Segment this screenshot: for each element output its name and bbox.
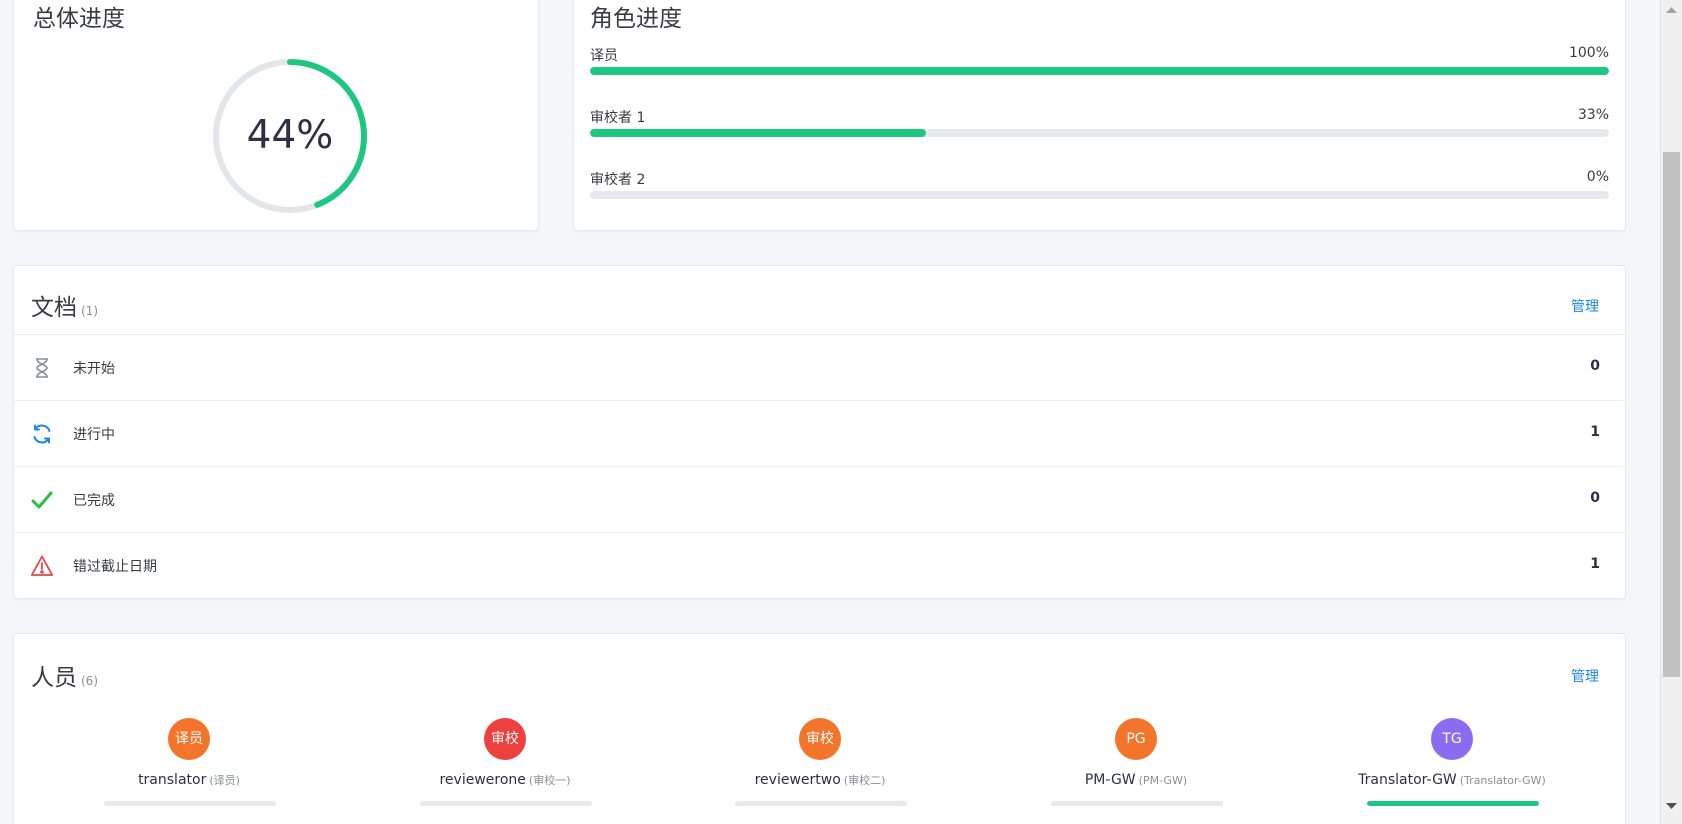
hourglass-icon <box>30 356 54 380</box>
person-progress-track <box>735 801 907 806</box>
vertical-scrollbar[interactable] <box>1660 0 1682 824</box>
person-card-reviewertwo[interactable]: 审校 reviewertwo (审校二) <box>700 718 940 818</box>
person-role: (审校一) <box>528 774 571 787</box>
person-name-text: reviewerone <box>439 772 526 788</box>
documents-manage-link[interactable]: 管理 <box>1571 296 1599 316</box>
person-progress-track <box>104 801 276 806</box>
role-progress-fill <box>590 129 927 137</box>
person-role: (PM-GW) <box>1138 774 1188 787</box>
role-name: 译员 <box>590 48 618 64</box>
person-progress-track <box>1367 801 1539 806</box>
scroll-up-arrow-icon[interactable] <box>1661 0 1682 20</box>
avatar: TG <box>1431 718 1473 760</box>
person-progress-track <box>1051 801 1223 806</box>
role-percent: 33% <box>1577 107 1609 123</box>
role-progress-fill <box>590 67 1609 75</box>
scrollbar-thumb[interactable] <box>1663 152 1680 677</box>
person-name-text: Translator-GW <box>1358 772 1457 788</box>
role-progress-card: 角色进度 译员 100% 审校者 1 33% 审校者 2 0% <box>573 0 1626 231</box>
person-name: reviewertwo (审校二) <box>700 772 940 788</box>
doc-status-row-not-started[interactable]: 未开始 0 <box>14 335 1625 401</box>
overall-progress-card: 总体进度 44% <box>13 0 539 231</box>
scroll-down-arrow-icon[interactable] <box>1661 796 1682 816</box>
person-name: PM-GW (PM-GW) <box>1016 772 1256 788</box>
documents-header: 文档 (1) 管理 <box>14 266 1625 335</box>
role-progress-track <box>590 191 1609 199</box>
role-progress-track <box>590 129 1609 137</box>
person-card-reviewerone[interactable]: 审校 reviewerone (审校一) <box>385 718 625 818</box>
sync-icon <box>30 422 54 446</box>
person-name: reviewerone (审校一) <box>385 772 625 788</box>
person-name: translator (译员) <box>69 772 309 788</box>
person-name: Translator-GW (Translator-GW) <box>1332 772 1572 788</box>
documents-card: 文档 (1) 管理 未开始 0 进行中 1 已完成 0 错过截止日期 1 <box>13 265 1626 599</box>
documents-title-text: 文档 <box>31 295 77 321</box>
role-row-reviewer-2: 审校者 2 0% <box>590 169 1609 199</box>
avatar: PG <box>1115 718 1157 760</box>
people-card: 人员 (6) 管理 译员 translator (译员) 审校 revieweron… <box>13 633 1626 824</box>
role-row-reviewer-1: 审校者 1 33% <box>590 107 1609 137</box>
person-progress-fill <box>1367 801 1539 806</box>
documents-title: 文档 (1) <box>31 288 98 322</box>
person-name-text: PM-GW <box>1084 772 1136 788</box>
people-count: (6) <box>81 674 98 688</box>
person-progress-track <box>420 801 592 806</box>
role-percent: 0% <box>1586 169 1609 185</box>
role-percent: 100% <box>1568 45 1609 61</box>
person-card-translator[interactable]: 译员 translator (译员) <box>69 718 309 818</box>
person-name-text: translator <box>138 772 207 788</box>
role-name: 审校者 1 <box>590 110 646 126</box>
avatar: 审校 <box>799 718 841 760</box>
overall-progress-percent: 44% <box>246 113 334 158</box>
person-role: (Translator-GW) <box>1459 774 1546 787</box>
person-role: (审校二) <box>843 774 886 787</box>
doc-status-label: 未开始 <box>73 361 115 377</box>
person-name-text: reviewertwo <box>754 772 841 788</box>
doc-status-count: 1 <box>1590 556 1600 572</box>
people-title-text: 人员 <box>31 665 77 691</box>
doc-status-row-in-progress[interactable]: 进行中 1 <box>14 401 1625 467</box>
doc-status-count: 0 <box>1590 490 1600 506</box>
role-progress-track <box>590 67 1609 75</box>
people-manage-link[interactable]: 管理 <box>1571 666 1599 686</box>
check-icon <box>30 488 54 512</box>
avatar: 译员 <box>168 718 210 760</box>
doc-status-count: 0 <box>1590 358 1600 374</box>
doc-status-row-overdue[interactable]: 错过截止日期 1 <box>14 533 1625 599</box>
warning-icon <box>30 554 54 578</box>
doc-status-label: 已完成 <box>73 493 115 509</box>
person-card-translator-gw[interactable]: TG Translator-GW (Translator-GW) <box>1332 718 1572 818</box>
people-title: 人员 (6) <box>31 658 98 692</box>
role-name: 审校者 2 <box>590 172 646 188</box>
avatar: 审校 <box>484 718 526 760</box>
doc-status-count: 1 <box>1590 424 1600 440</box>
role-progress-title: 角色进度 <box>590 6 682 32</box>
person-role: (译员) <box>209 774 240 787</box>
documents-count: (1) <box>81 304 98 318</box>
role-row-translator: 译员 100% <box>590 45 1609 75</box>
person-card-pm-gw[interactable]: PG PM-GW (PM-GW) <box>1016 718 1256 818</box>
doc-status-label: 错过截止日期 <box>73 559 157 575</box>
doc-status-row-completed[interactable]: 已完成 0 <box>14 467 1625 533</box>
doc-status-label: 进行中 <box>73 427 115 443</box>
overall-progress-title: 总体进度 <box>33 6 125 32</box>
overall-progress-ring: 44% <box>194 40 386 232</box>
